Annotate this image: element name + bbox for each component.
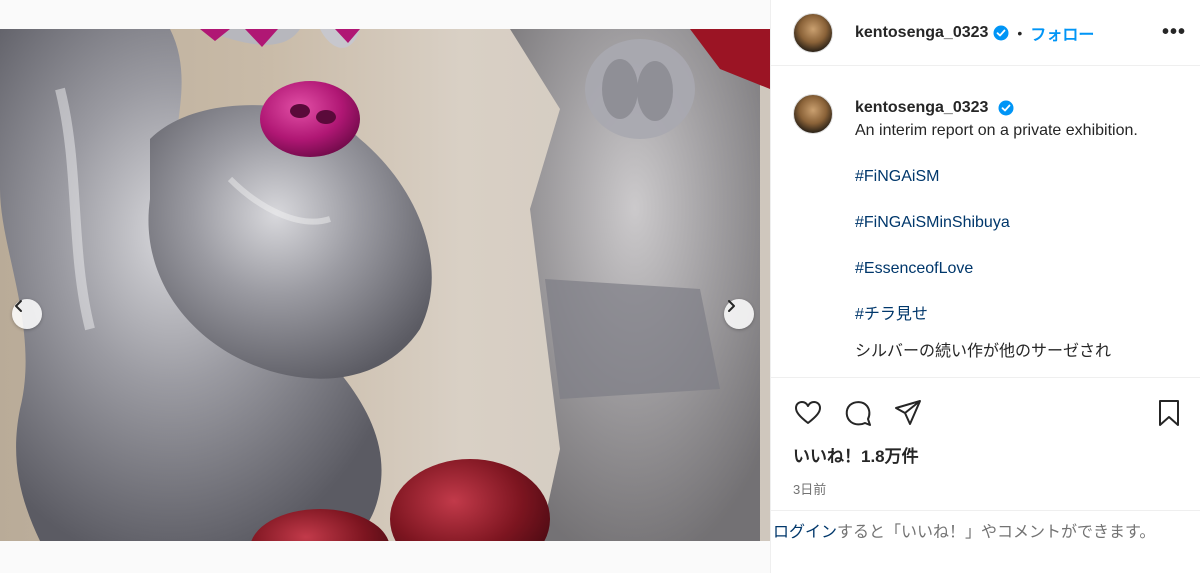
login-link[interactable]: ログイン — [773, 524, 837, 541]
hashtag-link[interactable]: #FiNGAiSM — [855, 165, 1138, 188]
media-area — [0, 0, 770, 573]
verified-badge-icon — [998, 100, 1014, 116]
chevron-left-icon — [15, 300, 22, 312]
hashtag-link[interactable]: #FiNGAiSMinShibuya — [855, 211, 1138, 234]
login-prompt: ログインすると「いいね！」やコメントができます。 — [771, 510, 1200, 544]
previous-slide-button[interactable] — [12, 299, 42, 329]
caption-avatar[interactable] — [793, 94, 833, 134]
verified-badge-icon — [993, 25, 1009, 40]
follow-button[interactable]: フォロー — [1030, 21, 1094, 45]
bookmark-icon[interactable] — [1154, 398, 1184, 428]
username-link[interactable]: kentosenga_0323 — [855, 24, 988, 42]
post-details-panel: kentosenga_0323 • フォロー ••• kentosenga_03… — [770, 0, 1200, 573]
login-prompt-text: すると「いいね！」やコメントができます。 — [837, 524, 1156, 541]
caption-area: kentosenga_0323 An interim report on a p… — [771, 66, 1200, 378]
post-image — [0, 29, 770, 541]
likes-count[interactable]: いいね！1.8万件 — [771, 442, 1200, 467]
more-options-button[interactable]: ••• — [1162, 21, 1186, 44]
action-bar — [771, 378, 1200, 448]
avatar[interactable] — [793, 12, 833, 53]
share-icon[interactable] — [893, 398, 923, 428]
sculpture-photo — [0, 29, 770, 541]
caption-username-link[interactable]: kentosenga_0323 — [855, 99, 988, 116]
chevron-right-icon — [728, 300, 735, 312]
post-header: kentosenga_0323 • フォロー ••• — [771, 0, 1200, 66]
caption-truncated-line: シルバーの続い作が他のサーゼされ — [855, 343, 1112, 360]
caption-body: kentosenga_0323 An interim report on a p… — [855, 96, 1138, 377]
post-date[interactable]: 3日前 — [771, 479, 1200, 498]
next-slide-button[interactable] — [724, 299, 754, 329]
caption-text: An interim report on a private exhibitio… — [855, 122, 1138, 139]
comment-icon[interactable] — [843, 398, 873, 428]
like-heart-icon[interactable] — [793, 398, 823, 428]
separator: • — [1017, 24, 1023, 41]
hashtag-link[interactable]: #EssenceofLove — [855, 257, 1138, 280]
hashtag-link[interactable]: #チラ見せ — [855, 303, 1138, 326]
